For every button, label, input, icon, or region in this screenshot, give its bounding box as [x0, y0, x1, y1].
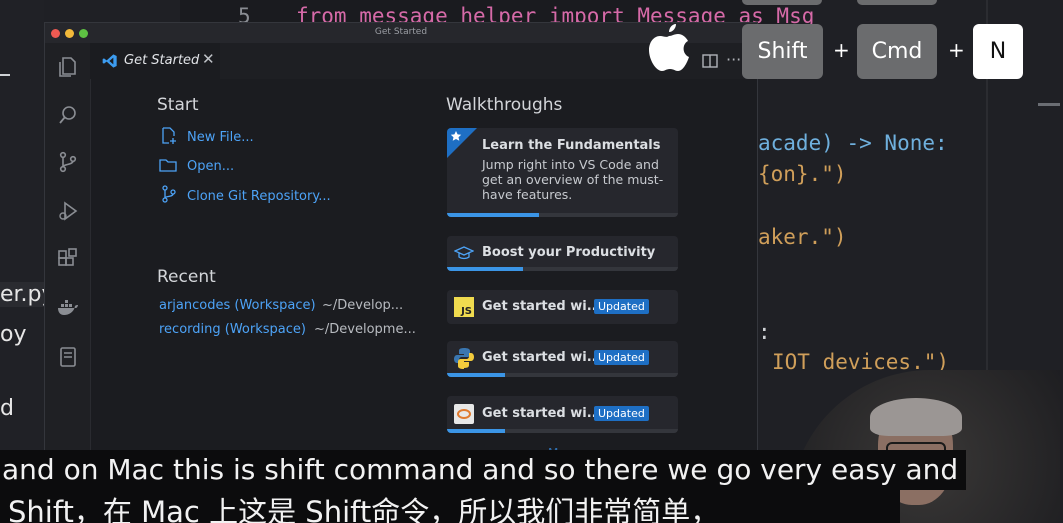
folder-icon	[159, 159, 177, 172]
subtitle-english: and on Mac this is shift command and so …	[0, 450, 966, 490]
walkthrough-title: Get started wi...	[482, 350, 602, 365]
extensions-icon[interactable]	[56, 247, 80, 271]
vscode-logo-icon	[102, 54, 117, 68]
clone-git-repository-link[interactable]: Clone Git Repository...	[187, 189, 331, 204]
git-branch-icon	[162, 185, 176, 203]
search-icon[interactable]	[56, 103, 80, 127]
jupyter-icon	[454, 404, 474, 424]
walkthroughs-heading: Walkthroughs	[446, 95, 563, 115]
notebook-icon[interactable]	[56, 345, 80, 369]
background-scrollbar[interactable]	[1038, 103, 1060, 106]
progress-bar	[447, 429, 505, 433]
split-editor-icon[interactable]	[702, 54, 718, 68]
vscode-window: Get Started Get Started ✕ ··· Start New …	[44, 22, 758, 462]
background-file-fragment: oy	[0, 322, 27, 347]
walkthrough-description: Jump right into VS Code and get an overv…	[482, 157, 663, 202]
progress-bar	[447, 213, 540, 217]
previous-key-edge	[857, 0, 937, 5]
tab-get-started[interactable]: Get Started ✕	[90, 43, 220, 79]
updated-badge: Updated	[594, 299, 649, 314]
activity-bar	[45, 43, 91, 461]
new-file-link[interactable]: New File...	[187, 130, 254, 145]
recent-workspace-path: ~/Developme...	[314, 322, 416, 337]
background-code-line: {on}.")	[758, 162, 847, 186]
open-link[interactable]: Open...	[187, 159, 234, 174]
close-tab-icon[interactable]: ✕	[202, 50, 215, 68]
start-heading: Start	[157, 95, 199, 115]
presenter-hair	[870, 398, 962, 436]
recent-workspace-link[interactable]: recording (Workspace)	[159, 322, 306, 337]
walkthrough-card-javascript[interactable]: JS Get started wi... Updated	[447, 290, 678, 324]
plus-sign: +	[948, 38, 965, 62]
star-badge-icon	[447, 128, 477, 158]
walkthrough-title: Get started wi...	[482, 299, 602, 314]
background-code-line: aker.")	[758, 225, 847, 249]
n-key: N	[973, 24, 1023, 79]
cmd-key: Cmd	[857, 24, 937, 79]
background-code-line: :	[758, 320, 771, 344]
more-actions-icon[interactable]: ···	[726, 50, 741, 69]
progress-bar	[447, 267, 524, 271]
updated-badge: Updated	[594, 350, 649, 365]
updated-badge: Updated	[594, 406, 649, 421]
walkthrough-card-jupyter[interactable]: Get started wi... Updated	[447, 396, 678, 433]
docker-icon[interactable]	[56, 296, 80, 320]
progress-bar	[447, 373, 505, 377]
shift-key: Shift	[742, 24, 823, 79]
walkthrough-description-line: get an overview of the must-	[482, 172, 664, 187]
source-control-icon[interactable]	[56, 150, 80, 174]
background-left-panel	[0, 0, 44, 523]
previous-key-edge	[742, 0, 822, 5]
background-code-line: acade) -> None:	[758, 131, 948, 155]
recent-workspace-path: ~/Develop...	[322, 298, 404, 313]
walkthrough-card-python[interactable]: Get started wi... Updated	[447, 341, 678, 377]
walkthrough-title: Learn the Fundamentals	[482, 138, 661, 153]
python-icon	[454, 348, 474, 369]
walkthrough-card-fundamentals[interactable]: Learn the Fundamentals Jump right into V…	[447, 128, 678, 217]
explorer-icon[interactable]	[56, 55, 80, 79]
walkthrough-title: Boost your Productivity	[482, 245, 656, 260]
graduation-cap-icon	[454, 246, 474, 260]
walkthrough-title: Get started wi...	[482, 406, 602, 421]
walkthrough-description-line: have features.	[482, 187, 573, 202]
plus-sign: +	[833, 38, 850, 62]
apple-logo-icon	[649, 24, 689, 71]
javascript-icon: JS	[454, 297, 474, 317]
subtitle-chinese: Shift，在 Mac 上这是 Shift命令，所以我们非常简单，	[0, 490, 900, 523]
recent-heading: Recent	[157, 267, 216, 287]
walkthrough-description-line: Jump right into VS Code and	[482, 157, 659, 172]
new-file-icon	[162, 127, 176, 144]
walkthrough-card-productivity[interactable]: Boost your Productivity	[447, 236, 678, 271]
background-file-fragment: d	[0, 396, 14, 421]
run-debug-icon[interactable]	[56, 199, 80, 223]
recent-workspace-link[interactable]: arjancodes (Workspace)	[159, 298, 316, 313]
tab-label: Get Started	[124, 53, 200, 68]
background-dash	[0, 74, 10, 76]
